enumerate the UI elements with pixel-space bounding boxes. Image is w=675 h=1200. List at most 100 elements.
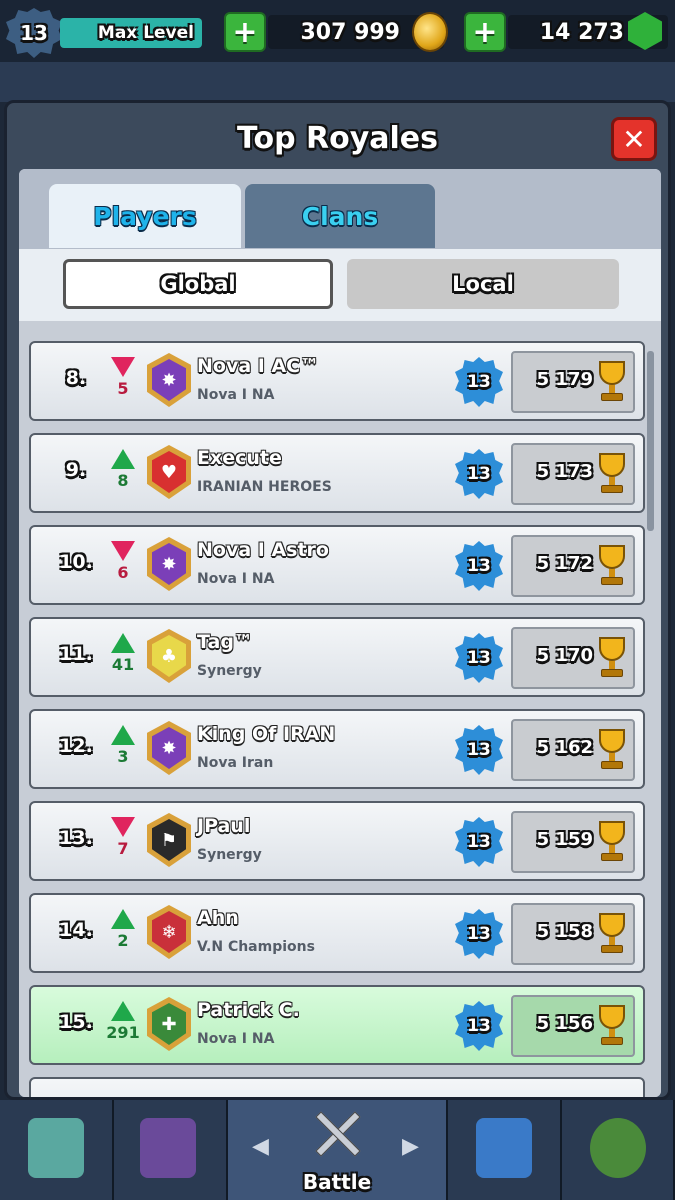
player-level-badge: 13 <box>455 633 503 683</box>
clan-name: V.N Champions <box>197 939 315 955</box>
rank-number: 12. <box>59 735 93 757</box>
player-name: King Of IRAN <box>197 723 336 745</box>
leaderboard-row[interactable]: 10. 6 ✸ Nova I Astro Nova I NA 13 5 172 <box>29 525 645 605</box>
player-level-badge: 13 <box>455 909 503 959</box>
clan-badge-symbol: ✸ <box>152 543 186 585</box>
clan-badge-symbol: ♣ <box>152 635 186 677</box>
trophy-count: 5 162 <box>536 737 593 758</box>
clan-badge-icon: ♥ <box>147 445 191 499</box>
rank-number: 10. <box>59 551 93 573</box>
social-icon <box>476 1118 532 1178</box>
add-gold-button[interactable]: + <box>224 12 266 52</box>
background-strip <box>0 62 675 102</box>
trophy-count: 5 173 <box>536 461 593 482</box>
trophy-icon <box>595 729 629 773</box>
cards-icon <box>140 1118 196 1178</box>
player-name: Ahn <box>197 907 239 929</box>
gold-coin-icon <box>412 12 448 52</box>
nav-right-arrow-icon[interactable]: ▶ <box>402 1134 419 1159</box>
battle-label: Battle <box>302 1170 372 1194</box>
trophy-box: 5 173 <box>511 443 635 505</box>
nav-social[interactable] <box>448 1100 562 1200</box>
nav-left-arrow-icon[interactable]: ◀ <box>252 1134 269 1159</box>
trophy-box: 5 162 <box>511 719 635 781</box>
top-royales-modal: Top Royales ✕ Players Clans Global Local… <box>4 100 671 1100</box>
leaderboard-row[interactable]: 8. 5 ✸ Nova I AC™ Nova I NA 13 5 179 <box>29 341 645 421</box>
rank-number: 11. <box>59 643 93 665</box>
rank-up-icon <box>111 1001 135 1021</box>
rank-change: 3 <box>117 747 129 766</box>
clan-name: Nova I NA <box>197 387 275 403</box>
clan-badge-symbol: ❄ <box>152 911 186 953</box>
leaderboard-row[interactable]: 11. 41 ♣ Tag™ Synergy 13 5 170 <box>29 617 645 697</box>
player-level-badge: 13 <box>455 357 503 407</box>
tab-clans[interactable]: Clans <box>245 184 435 248</box>
trophy-box: 5 179 <box>511 351 635 413</box>
player-name: Nova I Astro <box>197 539 329 561</box>
rank-up-icon <box>111 633 135 653</box>
nav-battle[interactable]: ◀ ▶ Battle <box>228 1100 448 1200</box>
rank-change: 7 <box>117 839 129 858</box>
player-name: Execute <box>197 447 282 469</box>
player-name: Tag™ <box>197 631 253 653</box>
close-button[interactable]: ✕ <box>611 117 657 161</box>
chest-icon <box>28 1118 84 1178</box>
trophy-box: 5 156 <box>511 995 635 1057</box>
clan-badge-icon: ❄ <box>147 905 191 959</box>
leaderboard-row[interactable]: 12. 3 ✸ King Of IRAN Nova Iran 13 5 162 <box>29 709 645 789</box>
leaderboard-row[interactable]: 9. 8 ♥ Execute IRANIAN HEROES 13 5 173 <box>29 433 645 513</box>
trophy-count: 5 159 <box>536 829 593 850</box>
clan-badge-symbol: ✸ <box>152 727 186 769</box>
leaderboard-row-partial[interactable] <box>29 1077 645 1097</box>
rank-number: 9. <box>65 459 87 481</box>
clan-name: Nova I NA <box>197 571 275 587</box>
trophy-icon <box>595 453 629 497</box>
trophy-box: 5 170 <box>511 627 635 689</box>
rank-number: 15. <box>59 1011 93 1033</box>
rank-change: 291 <box>106 1023 140 1042</box>
trophy-icon <box>595 637 629 681</box>
clan-badge-icon: ⚑ <box>147 813 191 867</box>
player-level-badge[interactable]: 13 <box>6 8 62 58</box>
clan-name: Synergy <box>197 663 262 679</box>
trophy-icon <box>595 821 629 865</box>
rank-change: 8 <box>117 471 129 490</box>
nav-cards[interactable] <box>114 1100 228 1200</box>
rank-up-icon <box>111 725 135 745</box>
max-level-bar: Max Level <box>60 18 202 48</box>
laurel-icon <box>590 1118 646 1178</box>
subtab-global[interactable]: Global <box>63 259 333 309</box>
rank-down-icon <box>111 357 135 377</box>
subtab-bar: Global Local <box>19 249 661 321</box>
leaderboard-list[interactable]: 8. 5 ✸ Nova I AC™ Nova I NA 13 5 179 9. 8 ♥ Execut… <box>19 321 661 1097</box>
rank-up-icon <box>111 449 135 469</box>
leaderboard-row[interactable]: 14. 2 ❄ Ahn V.N Champions 13 5 158 <box>29 893 645 973</box>
rank-up-icon <box>111 909 135 929</box>
content-panel: Players Clans Global Local 8. 5 ✸ Nova I AC… <box>19 169 661 1097</box>
leaderboard-row-self[interactable]: 15. 291 ✚ Patrick C. Nova I NA 13 5 156 <box>29 985 645 1065</box>
trophy-count: 5 158 <box>536 921 593 942</box>
player-level-badge: 13 <box>455 1001 503 1051</box>
player-level-badge: 13 <box>455 449 503 499</box>
clan-badge-icon: ✚ <box>147 997 191 1051</box>
clan-badge-symbol: ⚑ <box>152 819 186 861</box>
clan-badge-symbol: ✸ <box>152 359 186 401</box>
nav-tournaments[interactable] <box>562 1100 675 1200</box>
subtab-local[interactable]: Local <box>347 259 619 309</box>
trophy-box: 5 159 <box>511 811 635 873</box>
trophy-icon <box>595 545 629 589</box>
leaderboard-row[interactable]: 13. 7 ⚑ JPaul Synergy 13 5 159 <box>29 801 645 881</box>
add-gems-button[interactable]: + <box>464 12 506 52</box>
trophy-count: 5 156 <box>536 1013 593 1034</box>
player-name: Patrick C. <box>197 999 300 1021</box>
scrollbar[interactable] <box>647 351 654 531</box>
tab-players[interactable]: Players <box>49 184 241 248</box>
clan-badge-icon: ✸ <box>147 537 191 591</box>
rank-number: 13. <box>59 827 93 849</box>
trophy-icon <box>595 361 629 405</box>
rank-down-icon <box>111 817 135 837</box>
trophy-count: 5 170 <box>536 645 593 666</box>
clan-name: IRANIAN HEROES <box>197 479 332 495</box>
trophy-icon <box>595 913 629 957</box>
nav-shop[interactable] <box>0 1100 114 1200</box>
